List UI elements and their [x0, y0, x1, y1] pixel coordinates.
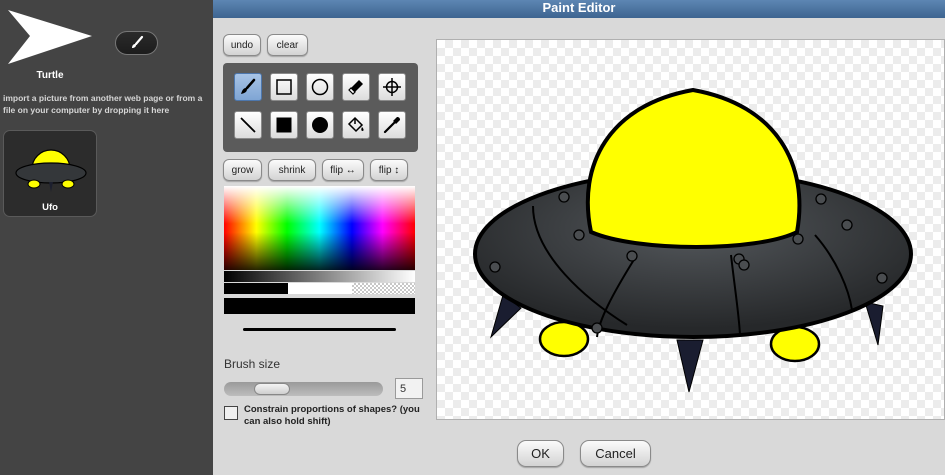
import-hint-text: import a picture from another web page o… — [3, 93, 203, 115]
ufo-thumbnail — [15, 149, 87, 192]
tool-rotation-center[interactable] — [378, 73, 406, 101]
brush-size-input[interactable] — [395, 378, 423, 399]
ufo-drawing — [473, 87, 913, 393]
grow-button[interactable]: grow — [223, 159, 262, 181]
tool-rectangle[interactable] — [270, 73, 298, 101]
line-icon — [240, 117, 256, 133]
cancel-button[interactable]: Cancel — [580, 440, 651, 467]
crosshair-icon — [383, 78, 401, 96]
paint-canvas[interactable] — [436, 39, 945, 420]
tool-brush[interactable] — [234, 73, 262, 101]
tool-line[interactable] — [234, 111, 262, 139]
rectangle-filled-icon — [276, 117, 292, 133]
paint-bucket-icon — [347, 116, 364, 133]
eraser-icon — [348, 80, 363, 95]
rectangle-outline-icon — [276, 79, 292, 95]
brush-icon — [241, 78, 256, 94]
ok-button[interactable]: OK — [517, 440, 564, 467]
swatch-transparent[interactable] — [352, 283, 415, 294]
tool-eyedropper[interactable] — [378, 111, 406, 139]
tool-filled-ellipse[interactable] — [306, 111, 334, 139]
flip-vertical-button[interactable]: flip ↕ — [370, 159, 408, 181]
constrain-proportions-label: Constrain proportions of shapes? (you ca… — [244, 404, 420, 427]
brush-size-label: Brush size — [224, 357, 281, 371]
paint-editor-dialog: Paint Editor undo clear grow shrink flip… — [213, 0, 945, 475]
costume-name-label: Ufo — [42, 202, 58, 213]
eyedropper-icon — [383, 117, 400, 134]
color-palette[interactable] — [224, 186, 415, 270]
brush-size-preview — [243, 328, 396, 331]
brush-size-slider[interactable] — [224, 382, 383, 396]
tool-paint-bucket[interactable] — [342, 111, 370, 139]
constrain-proportions-checkbox[interactable] — [224, 406, 238, 420]
shrink-button[interactable]: shrink — [268, 159, 316, 181]
tool-ellipse[interactable] — [306, 73, 334, 101]
dialog-title-bar[interactable]: Paint Editor — [213, 0, 945, 18]
swatch-black[interactable] — [224, 283, 288, 294]
clear-button[interactable]: clear — [267, 34, 308, 56]
ellipse-outline-icon — [311, 78, 329, 96]
flip-horizontal-button[interactable]: flip ↔ — [322, 159, 364, 181]
sprite-corral: Turtle import a picture from another web… — [0, 0, 213, 475]
brush-size-slider-thumb[interactable] — [254, 383, 290, 395]
tool-palette — [223, 63, 418, 152]
paint-new-costume-button[interactable] — [115, 31, 158, 55]
current-color-indicator — [224, 298, 415, 314]
tool-eraser[interactable] — [342, 73, 370, 101]
sprite-name-label: Turtle — [36, 70, 64, 81]
ellipse-filled-icon — [312, 117, 328, 133]
costume-tile-ufo[interactable]: Ufo — [3, 130, 97, 217]
turtle-sprite-icon[interactable] — [6, 8, 96, 68]
swatch-white[interactable] — [288, 283, 352, 294]
brush-icon — [131, 35, 143, 48]
tool-filled-rectangle[interactable] — [270, 111, 298, 139]
undo-button[interactable]: undo — [223, 34, 261, 56]
grayscale-bar[interactable] — [224, 271, 415, 282]
